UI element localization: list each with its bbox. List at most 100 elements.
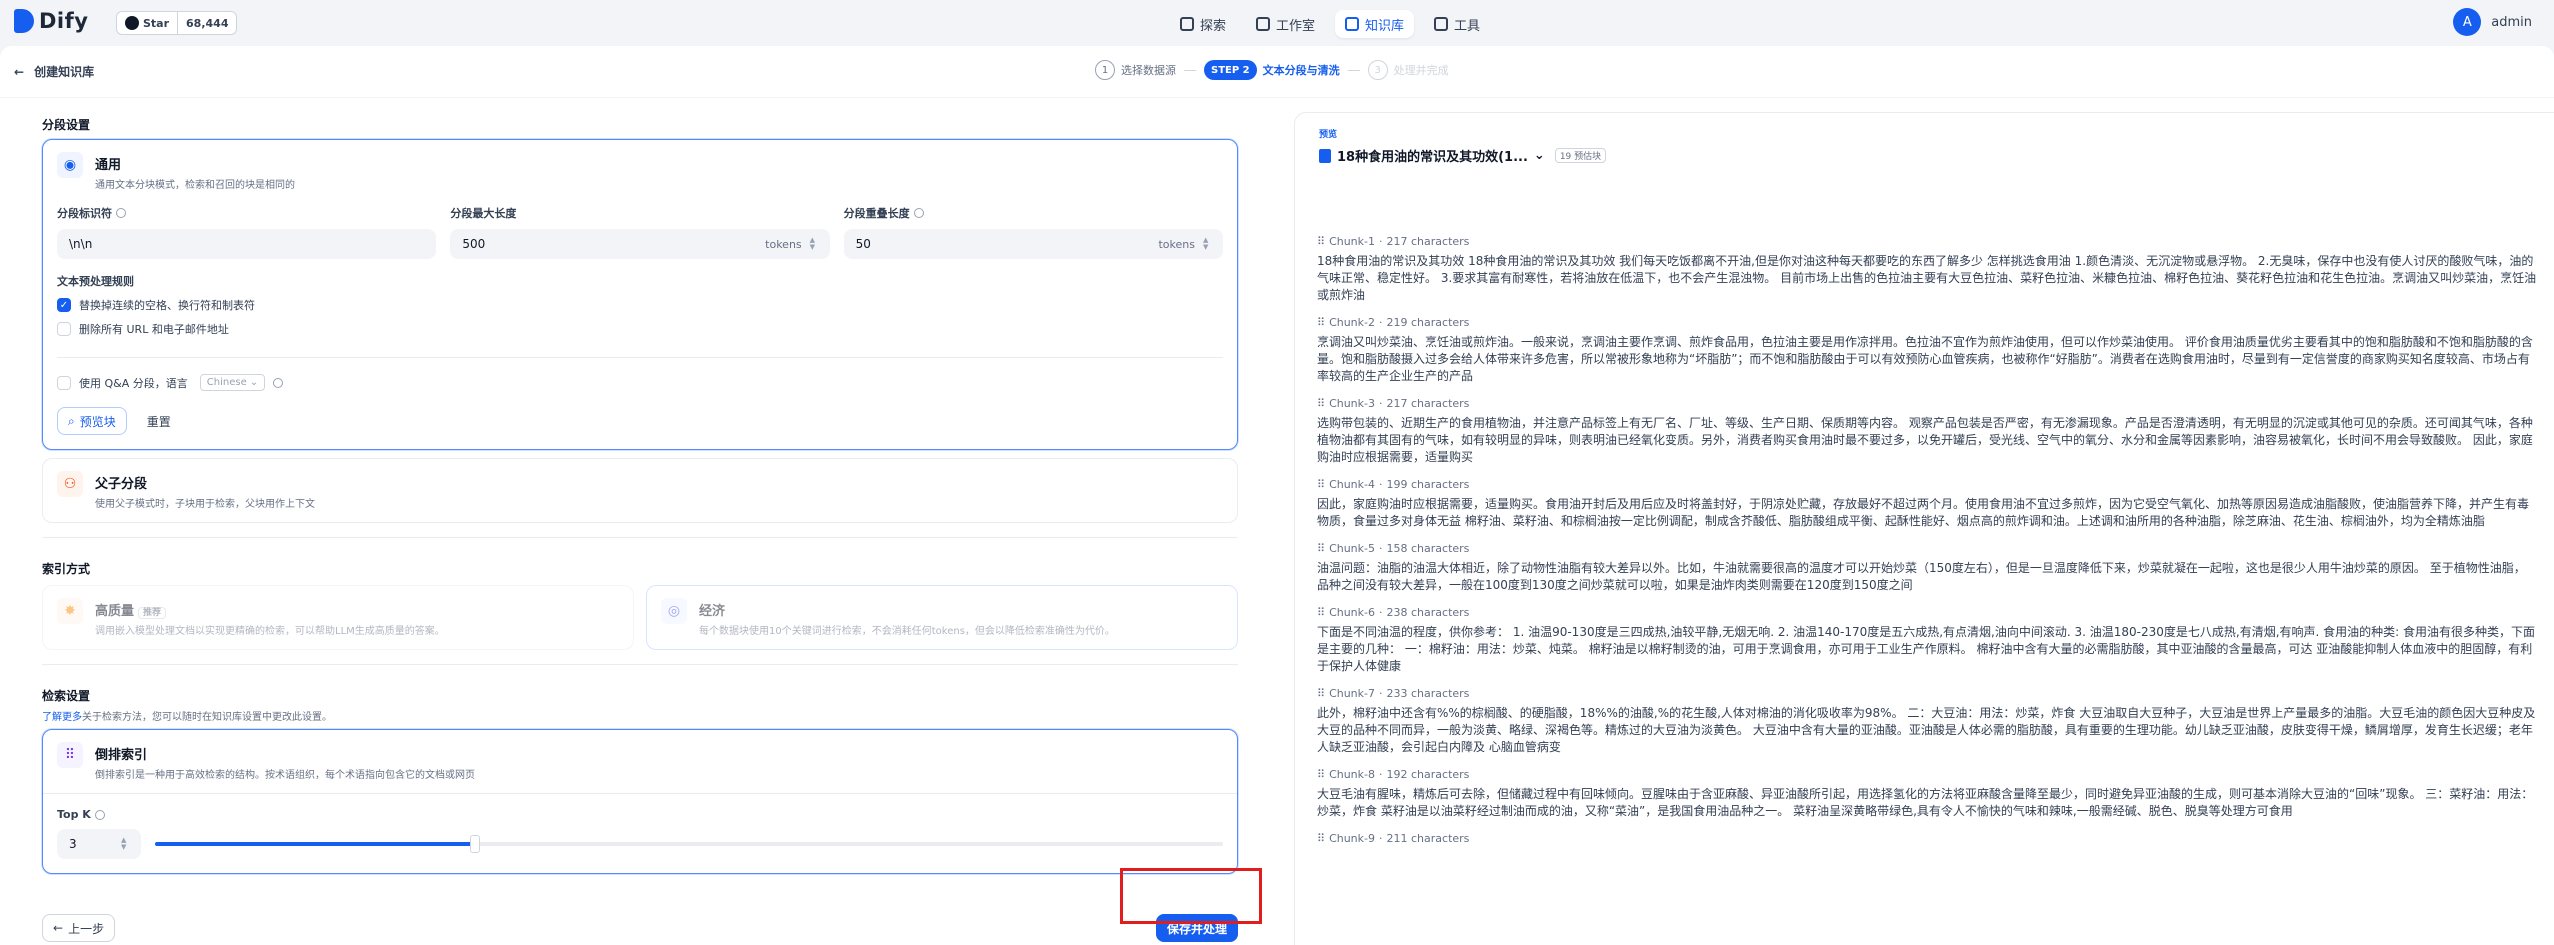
robot-icon — [1256, 17, 1271, 31]
chunk-meta: ⠿ Chunk-5 · 158 characters — [1317, 542, 2537, 555]
coins-icon: ◎ — [661, 598, 687, 624]
info-icon — [913, 208, 924, 218]
arrow-left-icon: ← — [53, 921, 64, 935]
stepper-icon[interactable]: ▲ ▼ — [810, 237, 818, 251]
general-mode-icon: ◉ — [57, 152, 83, 178]
top-k-slider-handle[interactable] — [470, 835, 481, 853]
main-panel: ← 创建知识库 1 选择数据源 STEP 2 文本分段与清洗 3 处理并完成 分段设置… — [0, 46, 2554, 945]
step-1: 1 选择数据源 — [1095, 60, 1176, 80]
github-star-button[interactable]: Star 68,444 — [116, 11, 238, 35]
stepper-icon[interactable]: ▲ ▼ — [121, 837, 129, 851]
max-length-input[interactable]: 500 tokens ▲ ▼ — [450, 229, 830, 259]
stepper-icon[interactable]: ▲ ▼ — [1203, 237, 1211, 251]
dify-logo[interactable]: Dify — [14, 9, 88, 33]
chunk-meta: ⠿ Chunk-1 · 217 characters — [1317, 235, 2537, 248]
nav-explore[interactable]: 探索 — [1170, 10, 1236, 38]
preview-chunks-button[interactable]: ⌕ 预览块 — [57, 407, 127, 435]
step-2-label: 文本分段与清洗 — [1262, 64, 1340, 77]
general-segment-card[interactable]: ◉ 通用 通用文本分块模式，检索和召回的块是相同的 分段标识符 \n\n 分段最… — [42, 139, 1238, 450]
chunk-id: Chunk-2 — [1329, 316, 1375, 329]
high-quality-title: 高质量 — [95, 604, 135, 619]
top-k-value: 3 — [69, 837, 77, 851]
inverted-index-card[interactable]: ⠿ 倒排索引 倒排索引是一种用于高效检索的结构。按术语组织，每个术语指向包含它的… — [42, 729, 1238, 874]
document-title: 18种食用油的常识及其功效(1... — [1337, 150, 1528, 165]
reset-button[interactable]: 重置 — [136, 407, 181, 435]
chunk-id: Chunk-8 — [1329, 768, 1375, 781]
separator: · — [1379, 687, 1383, 700]
parent-child-title: 父子分段 — [95, 477, 148, 492]
parent-child-desc: 使用父子模式时，子块用于检索，父块用作上下文 — [95, 499, 315, 510]
nav-tools[interactable]: 工具 — [1424, 10, 1490, 38]
inverted-index-title: 倒排索引 — [95, 748, 148, 763]
qa-language-value: Chinese — [206, 377, 247, 388]
rules-title: 文本预处理规则 — [57, 275, 134, 288]
highlight-box — [1120, 868, 1262, 924]
economy-card[interactable]: ◎ 经济 每个数据块使用10个关键词进行检索，不会消耗任何tokens，但会以降… — [646, 585, 1238, 650]
chunk-item: ⠿ Chunk-7 · 233 characters 此外，棉籽油中还含有%%的棕榈酸、… — [1317, 687, 2537, 756]
chunk-meta: ⠿ Chunk-6 · 238 characters — [1317, 606, 2537, 619]
chunk-text: 此外，棉籽油中还含有%%的棕榈酸、的硬脂酸，18%%的油酸,%的花生酸,人体对棉… — [1317, 706, 2536, 754]
rule-whitespace-checkbox[interactable]: ✓ 替换掉连续的空格、换行符和制表符 — [57, 297, 1223, 313]
nav-knowledge[interactable]: 知识库 — [1335, 10, 1415, 38]
chunk-icon: ⠿ — [1317, 478, 1326, 491]
separator: · — [1379, 235, 1383, 248]
preview-panel: 预览 18种食用油的常识及其功效(1... ⌄ 19 预估块 ⠿ Chunk-1 ·… — [1294, 112, 2554, 945]
overlap-unit: tokens — [1158, 237, 1195, 251]
learn-more-link[interactable]: 了解更多 — [42, 712, 82, 723]
overlap-value: 50 — [855, 237, 871, 251]
search-icon: ⌕ — [68, 413, 75, 428]
chunk-id: Chunk-6 — [1329, 606, 1375, 619]
qa-language-select[interactable]: Chinese ⌄ — [199, 374, 266, 391]
previous-step-button[interactable]: ← 上一步 — [42, 914, 116, 942]
max-length-unit: tokens — [765, 237, 802, 251]
chunk-item: ⠿ Chunk-4 · 199 characters 因此，家庭购油时应根据需要，适量购… — [1317, 478, 2537, 530]
chunk-icon: ⠿ — [1317, 397, 1326, 410]
user-menu[interactable]: A admin — [2453, 8, 2532, 36]
rule-whitespace-label: 替换掉连续的空格、换行符和制表符 — [79, 299, 255, 312]
overlap-input[interactable]: 50 tokens ▲ ▼ — [843, 229, 1223, 259]
star-icon: ✸ — [57, 598, 83, 624]
chunk-char-count: 211 characters — [1386, 832, 1470, 845]
step-divider — [1184, 69, 1196, 71]
divider — [57, 357, 1223, 358]
preview-chunks-label: 预览块 — [79, 414, 116, 429]
general-desc: 通用文本分块模式，检索和召回的块是相同的 — [95, 180, 295, 191]
document-icon — [1319, 148, 1331, 163]
top-k-slider[interactable] — [155, 835, 1223, 853]
document-selector[interactable]: 18种食用油的常识及其功效(1... ⌄ 19 预估块 — [1319, 146, 2530, 165]
logo-mark-icon — [14, 9, 34, 33]
preview-label: 预览 — [1319, 130, 1338, 140]
hammer-icon — [1434, 17, 1449, 31]
high-quality-card[interactable]: ✸ 高质量 推荐 调用嵌入模型处理文档以实现更精确的检索，可以帮助LLM生成高质量… — [42, 585, 634, 650]
parent-child-icon: ⚇ — [57, 471, 83, 497]
top-k-input[interactable]: 3 ▲ ▼ — [57, 829, 141, 859]
nav-studio[interactable]: 工作室 — [1246, 10, 1325, 38]
info-icon — [273, 377, 284, 388]
chunk-item: ⠿ Chunk-9 · 211 characters — [1317, 832, 2537, 845]
qa-checkbox[interactable]: 使用 Q&A 分段，语言 Chinese ⌄ — [43, 374, 1237, 391]
retrieval-section-title: 检索设置 — [42, 689, 91, 703]
chunk-meta: ⠿ Chunk-8 · 192 characters — [1317, 768, 2537, 781]
settings-column: 分段设置 ◉ 通用 通用文本分块模式，检索和召回的块是相同的 分段标识符 \n\… — [42, 116, 1238, 942]
rule-url-checkbox[interactable]: 删除所有 URL 和电子邮件地址 — [57, 321, 1223, 337]
chunk-icon: ⠿ — [1317, 235, 1326, 248]
segment-section-title: 分段设置 — [42, 118, 91, 132]
chunk-meta: ⠿ Chunk-3 · 217 characters — [1317, 397, 2537, 410]
back-button[interactable]: ← 创建知识库 — [14, 63, 94, 80]
max-length-value: 500 — [462, 237, 486, 251]
separator: · — [1379, 478, 1383, 491]
estimated-chunks-badge: 19 预估块 — [1554, 148, 1607, 163]
delimiter-input[interactable]: \n\n — [57, 229, 437, 259]
chunk-text: 烹调油又叫炒菜油、烹饪油或煎炸油。一般来说，烹调油主要作烹调、煎炸食品用，色拉油… — [1317, 335, 2533, 383]
separator: · — [1379, 606, 1383, 619]
top-k-label: Top K — [57, 808, 91, 821]
chevron-down-icon: ⌄ — [1533, 148, 1545, 163]
chunk-char-count: 233 characters — [1386, 687, 1470, 700]
step-3: 3 处理并完成 — [1367, 60, 1449, 80]
book-icon — [1345, 17, 1360, 31]
retrieval-desc: 关于检索方法，您可以随时在知识库设置中更改此设置。 — [82, 712, 332, 723]
separator: · — [1379, 832, 1383, 845]
chunk-text: 油温问题：油脂的油温大体相近，除了动物性油脂有较大差异以外。比如，牛油就需要很高… — [1317, 561, 2526, 592]
parent-child-card[interactable]: ⚇ 父子分段 使用父子模式时，子块用于检索，父块用作上下文 — [42, 458, 1238, 523]
avatar: A — [2453, 8, 2482, 36]
